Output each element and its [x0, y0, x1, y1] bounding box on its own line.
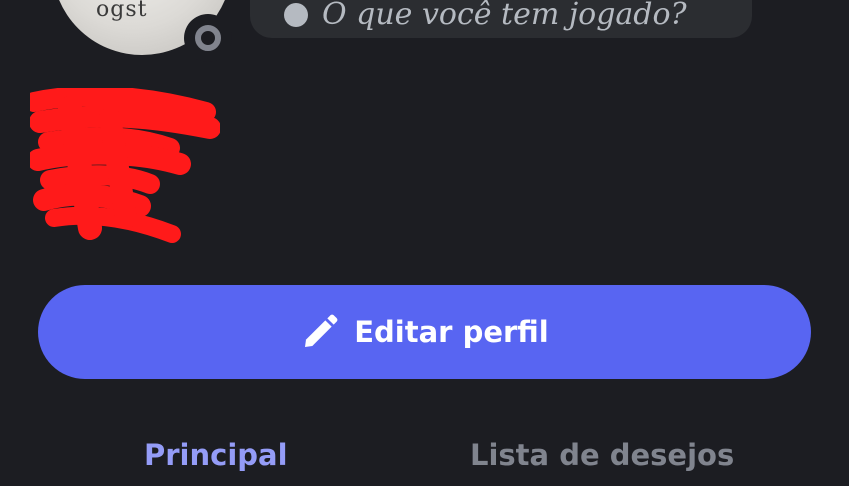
edit-profile-label: Editar perfil [354, 315, 549, 349]
status-ring [195, 25, 221, 51]
profile-tabs: Principal Lista de desejos [0, 438, 849, 486]
sparkle-icon[interactable]: ✳ [69, 189, 92, 217]
display-name-row [36, 122, 196, 172]
tab-wishlist[interactable]: Lista de desejos [470, 438, 734, 472]
avatar-image-text: ogst [96, 0, 148, 22]
edit-profile-button[interactable]: Editar perfil [38, 285, 811, 379]
tab-principal[interactable]: Principal [144, 438, 288, 472]
custom-status-text: O que você tem jogado? [322, 0, 687, 32]
pencil-icon [305, 314, 338, 347]
status-bubble-dot-icon [284, 3, 308, 27]
offline-status-icon [184, 14, 232, 62]
handle-row: • ✳ [36, 188, 92, 218]
separator-dot: • [46, 190, 59, 216]
custom-status-bubble[interactable]: O que você tem jogado? [250, 0, 752, 38]
